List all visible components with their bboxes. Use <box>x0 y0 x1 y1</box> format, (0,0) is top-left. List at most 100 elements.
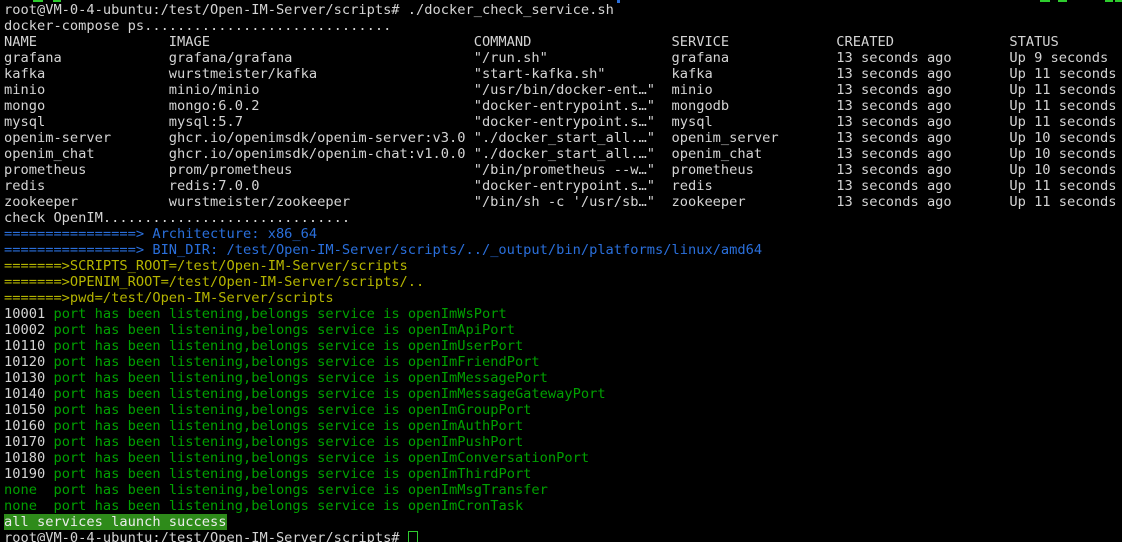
terminal-screen[interactable]: root@VM-0-4-ubuntu:/test/Open-IM-Server/… <box>0 0 1122 542</box>
cell-status: Up 11 seconds <box>1009 66 1116 82</box>
port-message: port has been listening,belongs service … <box>53 498 407 514</box>
cell-status: Up 11 seconds <box>1009 82 1116 98</box>
cell-image: grafana/grafana <box>169 50 293 66</box>
cell-created: 13 seconds ago <box>836 130 951 146</box>
cell-name: grafana <box>4 50 62 66</box>
port-message: port has been listening,belongs service … <box>53 482 407 498</box>
port-number: 10140 <box>4 386 53 402</box>
column-header: IMAGE <box>169 34 210 50</box>
prompt-line-top: root@VM-0-4-ubuntu:/test/Open-IM-Server/… <box>4 2 1122 18</box>
env-info-lines: ================> Architecture: x86_64==… <box>4 226 1122 306</box>
port-service-name: openImGroupPort <box>408 402 532 418</box>
port-number: 10001 <box>4 306 53 322</box>
cell-service: kafka <box>671 66 712 82</box>
cell-service: prometheus <box>671 162 753 178</box>
cell-name: zookeeper <box>4 194 78 210</box>
cell-created: 13 seconds ago <box>836 162 951 178</box>
port-message: port has been listening,belongs service … <box>53 306 407 322</box>
cell-service: redis <box>671 178 712 194</box>
port-check-line: 10120 port has been listening,belongs se… <box>4 354 1122 370</box>
table-row: zookeeper wurstmeister/zookeeper "/bin/sh … <box>4 194 1122 210</box>
port-message: port has been listening,belongs service … <box>53 354 407 370</box>
port-number: 10190 <box>4 466 53 482</box>
port-service-name: openImApiPort <box>408 322 515 338</box>
table-row: redisredis:7.0.0"docker-entrypoint.s…"re… <box>4 178 1122 194</box>
cell-command: "/bin/sh -c '/usr/sb…" <box>474 194 655 210</box>
cell-name: kafka <box>4 66 45 82</box>
docker-table-header: NAMEIMAGECOMMANDSERVICECREATEDSTATUS <box>4 34 1122 50</box>
cell-created: 13 seconds ago <box>836 178 951 194</box>
cell-image: wurstmeister/zookeeper <box>169 194 350 210</box>
port-check-line: 10002 port has been listening,belongs se… <box>4 322 1122 338</box>
port-message: port has been listening,belongs service … <box>53 434 407 450</box>
cell-name: redis <box>4 178 45 194</box>
port-number: 10160 <box>4 418 53 434</box>
env-line: ================> BIN_DIR: /test/Open-IM… <box>4 242 1122 258</box>
port-number: 10130 <box>4 370 53 386</box>
port-number: 10170 <box>4 434 53 450</box>
port-number: 10120 <box>4 354 53 370</box>
column-header: SERVICE <box>671 34 729 50</box>
port-message: port has been listening,belongs service … <box>53 418 407 434</box>
shell-prompt: root@VM-0-4-ubuntu:/test/Open-IM-Server/… <box>4 2 400 18</box>
cell-command: "docker-entrypoint.s…" <box>474 114 655 130</box>
table-row: miniominio/minio"/usr/bin/docker-ent…"mi… <box>4 82 1122 98</box>
success-line: all services launch success <box>4 514 1122 530</box>
port-check-line: 10180 port has been listening,belongs se… <box>4 450 1122 466</box>
port-service-name: openImThirdPort <box>408 466 532 482</box>
env-line: ================> Architecture: x86_64 <box>4 226 1122 242</box>
port-service-name: openImAuthPort <box>408 418 523 434</box>
cell-status: Up 10 seconds <box>1009 130 1116 146</box>
cell-created: 13 seconds ago <box>836 146 951 162</box>
port-service-name: openImWsPort <box>408 306 507 322</box>
cell-command: "docker-entrypoint.s…" <box>474 178 655 194</box>
table-row: prometheusprom/prometheus"/bin/prometheu… <box>4 162 1122 178</box>
cell-command: "/run.sh" <box>474 50 548 66</box>
port-service-name: openImMsgTransfer <box>408 482 548 498</box>
column-header: NAME <box>4 34 37 50</box>
cell-name: openim-server <box>4 130 111 146</box>
cell-created: 13 seconds ago <box>836 114 951 130</box>
port-number: 10150 <box>4 402 53 418</box>
executed-command: ./docker_check_service.sh <box>408 2 614 18</box>
port-number: none <box>4 498 53 514</box>
port-check-line: none port has been listening,belongs ser… <box>4 498 1122 514</box>
table-row: mysqlmysql:5.7"docker-entrypoint.s…"mysq… <box>4 114 1122 130</box>
cell-image: ghcr.io/openimsdk/openim-server:v3.0 <box>169 130 466 146</box>
port-service-name: openImPushPort <box>408 434 523 450</box>
table-row: mongomongo:6.0.2"docker-entrypoint.s…"mo… <box>4 98 1122 114</box>
cell-created: 13 seconds ago <box>836 66 951 82</box>
docker-table-rows: grafanagrafana/grafana"/run.sh"grafana13… <box>4 50 1122 210</box>
scroll-artifact <box>1058 0 1067 2</box>
env-line: =======>pwd=/test/Open-IM-Server/scripts <box>4 290 1122 306</box>
port-service-name: openImUserPort <box>408 338 523 354</box>
cell-command: "start-kafka.sh" <box>474 66 606 82</box>
docker-table: NAMEIMAGECOMMANDSERVICECREATEDSTATUS gra… <box>4 34 1122 210</box>
scroll-artifact <box>1040 0 1050 2</box>
port-number: none <box>4 482 53 498</box>
scroll-artifact <box>1105 0 1113 2</box>
cell-service: mysql <box>671 114 712 130</box>
check-openim-line: check OpenIM............................… <box>4 210 1122 226</box>
terminal-cursor <box>408 531 418 542</box>
port-check-line: 10170 port has been listening,belongs se… <box>4 434 1122 450</box>
port-service-name: openImMessageGatewayPort <box>408 386 606 402</box>
cell-service: mongodb <box>671 98 729 114</box>
port-check-line: 10140 port has been listening,belongs se… <box>4 386 1122 402</box>
port-message: port has been listening,belongs service … <box>53 386 407 402</box>
env-line: =======>SCRIPTS_ROOT=/test/Open-IM-Serve… <box>4 258 1122 274</box>
cell-service: openim_server <box>671 130 778 146</box>
cell-name: mongo <box>4 98 45 114</box>
cell-command: "./docker_start_all.…" <box>474 130 655 146</box>
scroll-artifact <box>617 0 620 3</box>
cell-command: "/bin/prometheus --w…" <box>474 162 655 178</box>
port-check-line: 10190 port has been listening,belongs se… <box>4 466 1122 482</box>
cell-command: "./docker_start_all.…" <box>474 146 655 162</box>
cell-command: "docker-entrypoint.s…" <box>474 98 655 114</box>
cell-name: minio <box>4 82 45 98</box>
port-number: 10110 <box>4 338 53 354</box>
shell-prompt: root@VM-0-4-ubuntu:/test/Open-IM-Server/… <box>4 530 400 542</box>
column-header: STATUS <box>1009 34 1058 50</box>
table-row: openim-server ghcr.io/openimsdk/openim-se… <box>4 130 1122 146</box>
table-row: openim_chatghcr.io/openimsdk/openim-chat… <box>4 146 1122 162</box>
